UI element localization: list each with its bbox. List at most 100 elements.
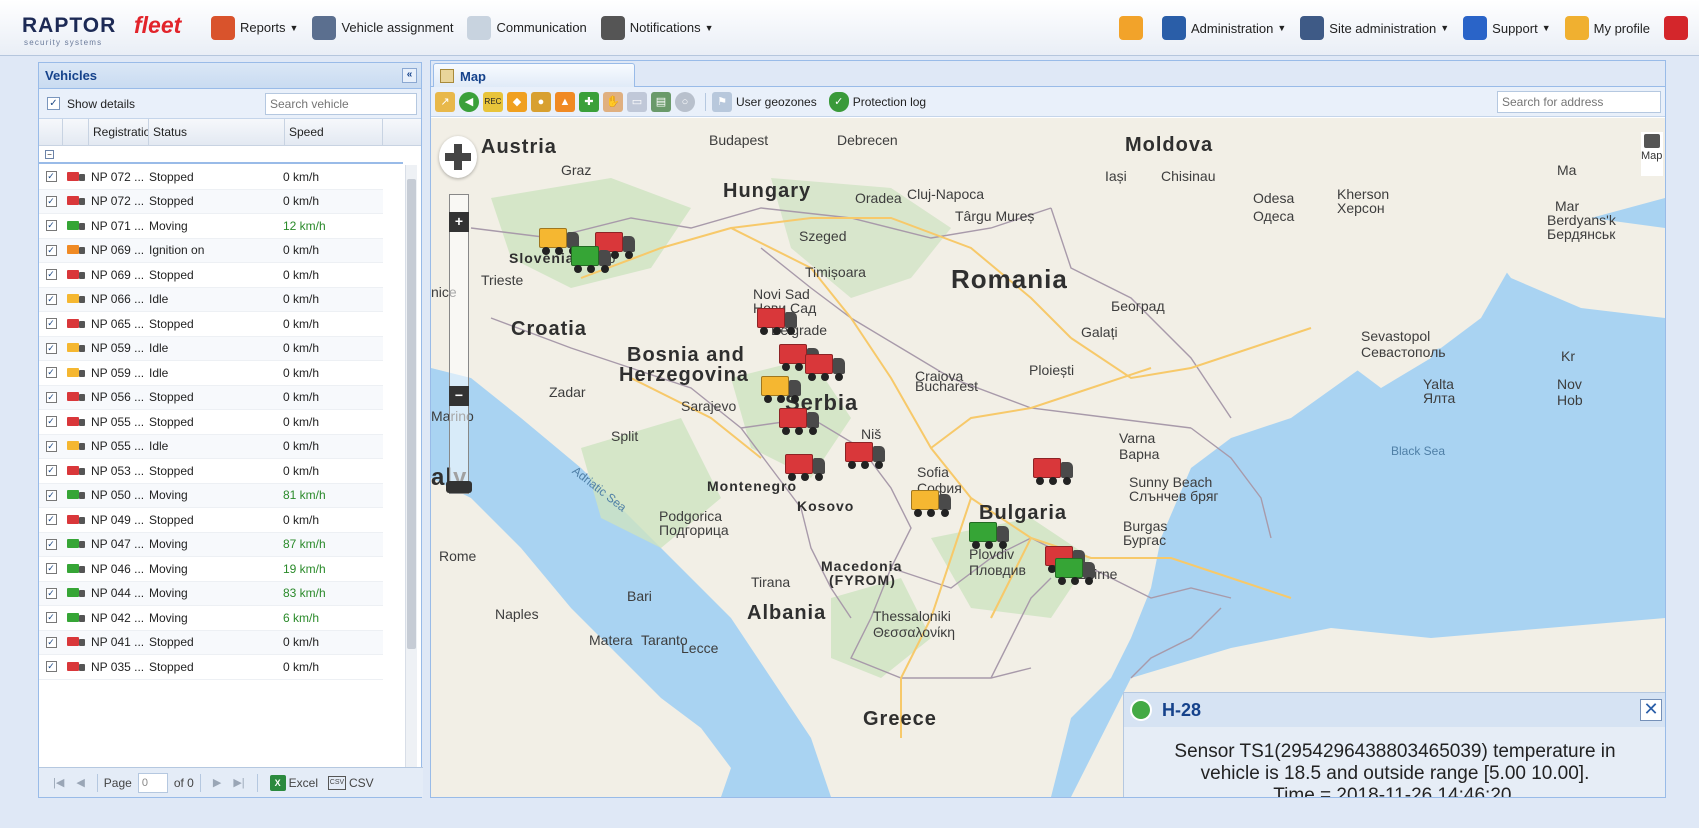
vehicle-checkbox[interactable]: ✓ xyxy=(45,440,57,452)
export-excel-button[interactable]: Excel xyxy=(289,776,318,790)
vehicle-select[interactable]: ✓ xyxy=(39,465,63,477)
menu-support[interactable]: Support ▼ xyxy=(1463,16,1551,40)
vehicle-row[interactable]: ✓ NP 072 ... Stopped 0 km/h xyxy=(39,165,383,190)
vehicle-checkbox[interactable]: ✓ xyxy=(45,538,57,550)
excel-icon[interactable]: X xyxy=(269,774,286,791)
vehicle-row[interactable]: ✓ NP 065 ... Stopped 0 km/h xyxy=(39,312,383,337)
back-icon[interactable]: ◀ xyxy=(459,91,479,112)
vehicle-select[interactable]: ✓ xyxy=(39,661,63,673)
protection-log-button[interactable]: Protection log xyxy=(853,95,926,109)
vehicle-select[interactable]: ✓ xyxy=(39,367,63,379)
vehicle-select[interactable]: ✓ xyxy=(39,171,63,183)
map-layer-switcher[interactable]: Map xyxy=(1641,132,1663,176)
lock-button[interactable] xyxy=(1119,16,1148,40)
vehicle-marker-truck-icon[interactable] xyxy=(805,354,847,382)
prev-page-button[interactable]: ◀ xyxy=(76,776,84,789)
vehicle-select[interactable]: ✓ xyxy=(39,293,63,305)
vehicle-row[interactable]: ✓ NP 066 ... Idle 0 km/h xyxy=(39,287,383,312)
vehicle-row[interactable]: ✓ NP 042 ... Moving 6 km/h xyxy=(39,606,383,631)
pan-control[interactable] xyxy=(439,136,477,178)
vehicle-marker-truck-icon[interactable] xyxy=(1055,558,1097,586)
vehicle-marker-truck-icon[interactable] xyxy=(785,454,827,482)
tab-map[interactable]: Map xyxy=(433,63,635,88)
person-icon[interactable]: ● xyxy=(531,91,551,112)
vehicle-select[interactable]: ✓ xyxy=(39,563,63,575)
export-csv-button[interactable]: CSV xyxy=(349,776,374,790)
vehicle-select[interactable]: ✓ xyxy=(39,391,63,403)
vehicle-select[interactable]: ✓ xyxy=(39,342,63,354)
select-tool-icon[interactable]: ↗ xyxy=(435,91,455,112)
rec-icon[interactable]: REC xyxy=(483,91,503,112)
scrollbar-thumb[interactable] xyxy=(407,179,416,649)
last-page-button[interactable]: ▶| xyxy=(233,776,244,789)
vehicle-select[interactable]: ✓ xyxy=(39,538,63,550)
vehicle-checkbox[interactable]: ✓ xyxy=(45,342,57,354)
vehicle-row[interactable]: ✓ NP 056 ... Stopped 0 km/h xyxy=(39,385,383,410)
vehicle-row[interactable]: ✓ NP 071 ... Moving 12 km/h xyxy=(39,214,383,239)
close-notification-button[interactable]: ✕ xyxy=(1640,699,1662,721)
vehicle-marker-truck-icon[interactable] xyxy=(845,442,887,470)
vehicle-marker-truck-icon[interactable] xyxy=(757,308,799,336)
vehicle-row[interactable]: ✓ NP 046 ... Moving 19 km/h xyxy=(39,557,383,582)
zoom-slider-handle[interactable] xyxy=(446,481,472,493)
first-page-button[interactable]: |◀ xyxy=(53,776,64,789)
vehicle-checkbox[interactable]: ✓ xyxy=(45,587,57,599)
search-address-input[interactable] xyxy=(1497,91,1661,113)
vehicle-checkbox[interactable]: ✓ xyxy=(45,195,57,207)
vehicle-marker-truck-icon[interactable] xyxy=(779,408,821,436)
vehicle-row[interactable]: ✓ NP 050 ... Moving 81 km/h xyxy=(39,483,383,508)
alarm-icon[interactable]: ▲ xyxy=(555,91,575,112)
vehicle-checkbox[interactable]: ✓ xyxy=(45,171,57,183)
user-geozones-icon[interactable]: ⚑ xyxy=(712,91,732,112)
vehicle-checkbox[interactable]: ✓ xyxy=(45,269,57,281)
menu-administration[interactable]: Administration ▼ xyxy=(1162,16,1286,40)
vehicle-checkbox[interactable]: ✓ xyxy=(45,661,57,673)
vehicle-checkbox[interactable]: ✓ xyxy=(45,367,57,379)
vehicle-select[interactable]: ✓ xyxy=(39,612,63,624)
shield-icon[interactable]: ✓ xyxy=(828,91,849,112)
vehicle-row[interactable]: ✓ NP 069 ... Ignition on 0 km/h xyxy=(39,238,383,263)
csv-icon[interactable]: CSV xyxy=(327,775,346,790)
vehicle-select[interactable]: ✓ xyxy=(39,269,63,281)
column-header-registration[interactable]: Registratio xyxy=(89,119,149,145)
circle-icon[interactable]: ○ xyxy=(675,91,695,112)
vehicle-checkbox[interactable]: ✓ xyxy=(45,220,57,232)
column-header-select[interactable] xyxy=(39,119,63,145)
column-header-status[interactable]: Status xyxy=(149,119,285,145)
vehicle-row[interactable]: ✓ NP 069 ... Stopped 0 km/h xyxy=(39,263,383,288)
menu-notifications[interactable]: Notifications ▼ xyxy=(600,15,714,40)
vehicle-row[interactable]: ✓ NP 053 ... Stopped 0 km/h xyxy=(39,459,383,484)
vehicle-checkbox[interactable]: ✓ xyxy=(45,416,57,428)
vehicle-marker-truck-icon[interactable] xyxy=(969,522,1011,550)
vehicle-row[interactable]: ✓ NP 049 ... Stopped 0 km/h xyxy=(39,508,383,533)
vehicle-row[interactable]: ✓ NP 072 ... Stopped 0 km/h xyxy=(39,189,383,214)
menu-my-profile[interactable]: My profile xyxy=(1564,16,1650,40)
vehicle-checkbox[interactable]: ✓ xyxy=(45,563,57,575)
vehicle-checkbox[interactable]: ✓ xyxy=(45,636,57,648)
menu-communication[interactable]: Communication xyxy=(467,15,587,40)
menu-vehicle-assignment[interactable]: Vehicle assignment xyxy=(312,15,453,40)
fullscreen-icon[interactable]: ✚ xyxy=(579,91,599,112)
vehicle-row[interactable]: ✓ NP 044 ... Moving 83 km/h xyxy=(39,581,383,606)
vehicle-select[interactable]: ✓ xyxy=(39,440,63,452)
vehicle-marker-truck-icon[interactable] xyxy=(761,376,803,404)
vehicle-marker-truck-icon[interactable] xyxy=(571,246,613,274)
vehicle-row[interactable]: ✓ NP 059 ... Idle 0 km/h xyxy=(39,336,383,361)
vehicle-checkbox[interactable]: ✓ xyxy=(45,391,57,403)
page-number-input[interactable]: 0 xyxy=(137,772,168,793)
vehicle-select[interactable]: ✓ xyxy=(39,636,63,648)
vehicle-select[interactable]: ✓ xyxy=(39,489,63,501)
power-button[interactable] xyxy=(1664,16,1693,40)
collapse-panel-button[interactable]: « xyxy=(402,68,417,83)
raptor-fleet-logo[interactable]: RAPTOR fleet security systems xyxy=(22,8,197,48)
zoom-out-button[interactable]: − xyxy=(449,386,469,406)
vehicle-marker-truck-icon[interactable] xyxy=(911,490,953,518)
vehicle-checkbox[interactable]: ✓ xyxy=(45,293,57,305)
vehicle-select[interactable]: ✓ xyxy=(39,514,63,526)
window-icon[interactable]: ▭ xyxy=(627,91,647,112)
group-collapse-toggle[interactable]: − xyxy=(45,149,54,159)
vehicle-checkbox[interactable]: ✓ xyxy=(45,244,57,256)
vehicle-row[interactable]: ✓ NP 055 ... Stopped 0 km/h xyxy=(39,410,383,435)
menu-site-administration[interactable]: Site administration ▼ xyxy=(1300,16,1449,40)
column-header-speed[interactable]: Speed xyxy=(285,119,383,145)
